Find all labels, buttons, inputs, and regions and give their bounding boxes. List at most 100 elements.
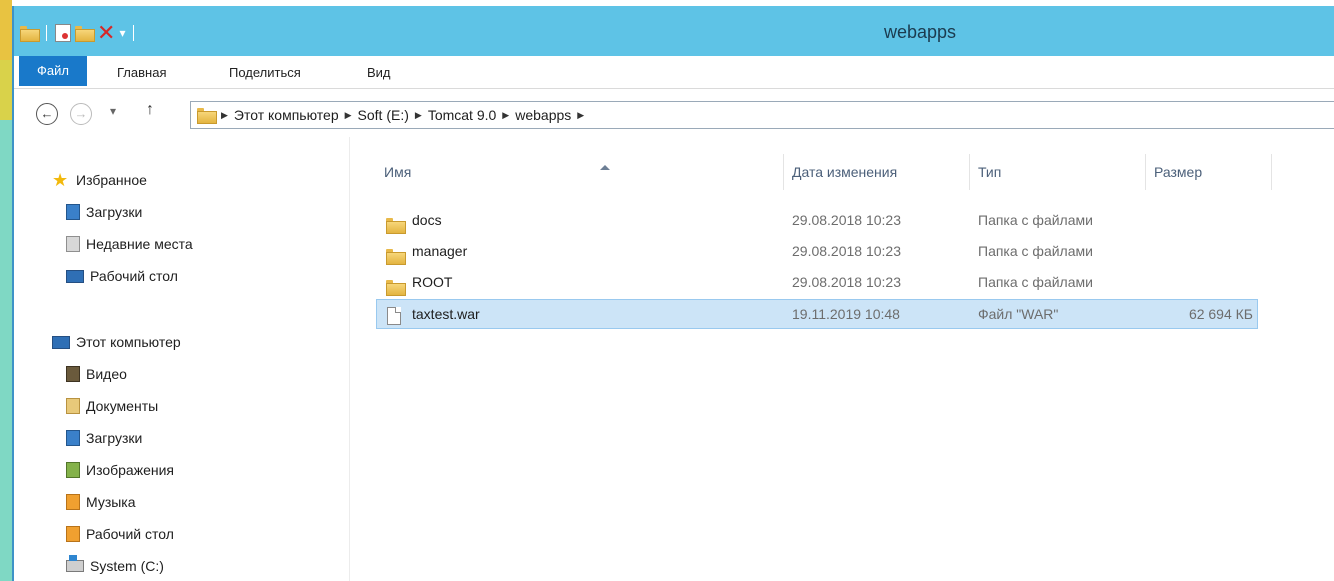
file-date: 29.08.2018 10:23 bbox=[792, 274, 901, 290]
breadcrumb-this-pc[interactable]: Этот компьютер bbox=[234, 107, 339, 123]
file-row[interactable]: ROOT 29.08.2018 10:23 Папка с файлами bbox=[376, 267, 1258, 297]
column-header-type[interactable]: Тип bbox=[970, 154, 1146, 190]
tab-home[interactable]: Главная bbox=[117, 56, 166, 89]
folder-icon bbox=[197, 108, 217, 124]
nav-label: Этот компьютер bbox=[76, 334, 181, 350]
file-date: 29.08.2018 10:23 bbox=[792, 243, 901, 259]
edge-segment bbox=[0, 0, 12, 60]
pictures-icon bbox=[66, 462, 80, 478]
sort-ascending-icon bbox=[600, 165, 610, 170]
folder-icon bbox=[20, 26, 40, 42]
nav-label: Документы bbox=[86, 398, 159, 414]
file-name: docs bbox=[412, 212, 442, 228]
nav-label: Загрузки bbox=[86, 430, 143, 446]
nav-item-videos[interactable]: Видео bbox=[66, 363, 127, 385]
music-icon bbox=[66, 494, 80, 510]
chevron-right-icon[interactable]: ▶ bbox=[502, 110, 509, 121]
navigation-row: ← → ▾ ↑ ▶ Этот компьютер ▶ Soft (E:) ▶ T… bbox=[14, 89, 1334, 137]
downloads-icon bbox=[66, 430, 80, 446]
chevron-right-icon[interactable]: ▶ bbox=[415, 110, 422, 121]
file-type: Файл "WAR" bbox=[978, 306, 1059, 322]
folder-icon bbox=[386, 274, 406, 296]
chevron-right-icon[interactable]: ▶ bbox=[221, 110, 228, 121]
nav-label: Изображения bbox=[86, 462, 174, 478]
nav-label: Загрузки bbox=[86, 204, 143, 220]
nav-this-pc[interactable]: Этот компьютер bbox=[52, 331, 181, 353]
folder-icon bbox=[386, 243, 406, 265]
properties-icon[interactable] bbox=[55, 24, 71, 42]
nav-label: System (C:) bbox=[90, 558, 164, 574]
file-name: taxtest.war bbox=[412, 306, 480, 322]
column-header-name[interactable]: Имя bbox=[376, 154, 784, 190]
nav-label: Рабочий стол bbox=[86, 526, 174, 542]
tab-share[interactable]: Поделиться bbox=[229, 56, 301, 89]
nav-item-recent-places[interactable]: Недавние места bbox=[66, 233, 193, 255]
recent-places-icon bbox=[66, 236, 80, 252]
breadcrumb-soft-drive[interactable]: Soft (E:) bbox=[358, 107, 409, 123]
file-row[interactable]: docs 29.08.2018 10:23 Папка с файлами bbox=[376, 205, 1258, 235]
back-button[interactable]: ← bbox=[36, 103, 58, 125]
file-type: Папка с файлами bbox=[978, 243, 1093, 259]
nav-label: Видео bbox=[86, 366, 127, 382]
breadcrumb-tomcat[interactable]: Tomcat 9.0 bbox=[428, 107, 496, 123]
column-header-size[interactable]: Размер bbox=[1146, 154, 1272, 190]
folder-icon bbox=[386, 212, 406, 234]
nav-label: Недавние места bbox=[86, 236, 193, 252]
edge-segment bbox=[0, 60, 12, 120]
new-folder-icon[interactable] bbox=[75, 26, 95, 42]
file-name: manager bbox=[412, 243, 468, 259]
breadcrumb-webapps[interactable]: webapps bbox=[515, 107, 571, 123]
documents-icon bbox=[66, 398, 80, 414]
file-row-selected[interactable]: taxtest.war 19.11.2019 10:48 Файл "WAR" … bbox=[376, 299, 1258, 329]
file-size: 62 694 КБ bbox=[1188, 306, 1253, 322]
file-name: ROOT bbox=[412, 274, 453, 290]
column-header-date[interactable]: Дата изменения bbox=[784, 154, 970, 190]
computer-icon bbox=[52, 335, 70, 349]
nav-item-music[interactable]: Музыка bbox=[66, 491, 136, 513]
window-title: webapps bbox=[884, 22, 957, 42]
file-type: Папка с файлами bbox=[978, 274, 1093, 290]
nav-label: Избранное bbox=[76, 172, 147, 188]
downloads-icon bbox=[66, 204, 80, 220]
nav-item-downloads[interactable]: Загрузки bbox=[66, 427, 142, 449]
file-row[interactable]: manager 29.08.2018 10:23 Папка с файлами bbox=[376, 236, 1258, 266]
star-icon: ★ bbox=[52, 170, 69, 190]
nav-item-system-drive[interactable]: System (C:) bbox=[66, 555, 164, 577]
background-window-edge bbox=[0, 0, 12, 581]
toolbar-separator bbox=[133, 25, 135, 41]
up-arrow-icon[interactable]: ↑ bbox=[146, 101, 154, 119]
drive-icon bbox=[66, 555, 84, 572]
nav-favorites[interactable]: ★ Избранное bbox=[52, 169, 147, 191]
file-list: Имя Дата изменения Тип Размер docs 29.08… bbox=[352, 137, 1334, 581]
tab-view[interactable]: Вид bbox=[367, 56, 391, 89]
edge-segment bbox=[0, 120, 12, 581]
ribbon-tabs: Файл Главная Поделиться Вид bbox=[14, 56, 1334, 89]
file-type: Папка с файлами bbox=[978, 212, 1093, 228]
desktop-icon bbox=[66, 269, 84, 283]
explorer-window: ✕ ▾ webapps Файл Главная Поделиться Вид … bbox=[12, 6, 1334, 581]
nav-item-downloads[interactable]: Загрузки bbox=[66, 201, 142, 223]
forward-button[interactable]: → bbox=[70, 103, 92, 125]
file-icon bbox=[387, 305, 401, 325]
nav-label: Музыка bbox=[86, 494, 136, 510]
nav-item-pictures[interactable]: Изображения bbox=[66, 459, 174, 481]
address-bar[interactable]: ▶ Этот компьютер ▶ Soft (E:) ▶ Tomcat 9.… bbox=[190, 101, 1334, 129]
delete-icon[interactable]: ✕ bbox=[97, 22, 115, 44]
quick-access-toolbar: ✕ ▾ bbox=[20, 22, 138, 44]
column-label: Имя bbox=[384, 164, 412, 180]
videos-icon bbox=[66, 366, 80, 382]
nav-item-desktop[interactable]: Рабочий стол bbox=[66, 523, 174, 545]
chevron-right-icon[interactable]: ▶ bbox=[577, 110, 584, 121]
file-date: 19.11.2019 10:48 bbox=[792, 306, 900, 322]
desktop-folder-icon bbox=[66, 526, 80, 542]
recent-locations-dropdown-icon[interactable]: ▾ bbox=[110, 104, 116, 118]
nav-item-desktop[interactable]: Рабочий стол bbox=[66, 265, 178, 287]
nav-item-documents[interactable]: Документы bbox=[66, 395, 158, 417]
tab-file[interactable]: Файл bbox=[19, 56, 87, 86]
toolbar-separator bbox=[46, 25, 47, 41]
customize-toolbar-dropdown-icon[interactable]: ▾ bbox=[119, 26, 125, 40]
chevron-right-icon[interactable]: ▶ bbox=[345, 110, 352, 121]
navigation-pane: ★ Избранное Загрузки Недавние места Рабо… bbox=[14, 137, 350, 581]
title-bar: ✕ ▾ webapps bbox=[14, 6, 1334, 56]
file-date: 29.08.2018 10:23 bbox=[792, 212, 901, 228]
